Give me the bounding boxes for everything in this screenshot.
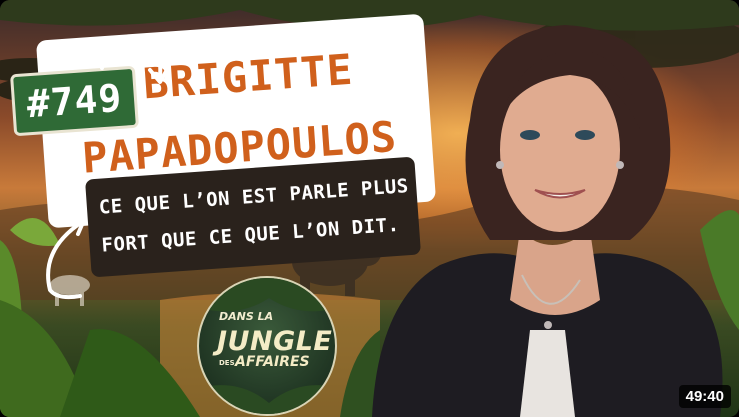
episode-number-badge: #749 (9, 65, 140, 137)
video-thumbnail[interactable]: BRIGITTE PAPADOPOULOS #749 CE QUE L’ON E… (0, 0, 739, 417)
logo-text-dans: DANS LA (219, 310, 274, 323)
guest-first-name: BRIGITTE (141, 44, 355, 109)
podcast-logo: DANS LA JUNGLE DES AFFAIRES (197, 276, 337, 416)
logo-text-affaires: AFFAIRES (235, 354, 310, 370)
quote-line-1: CE QUE L’ON EST PARLE PLUS (98, 175, 410, 219)
logo-text-des: DES (219, 359, 235, 367)
logo-text-jungle: JUNGLE (217, 326, 333, 357)
quote-line-2: FORT QUE CE QUE L’ON DIT. (100, 213, 401, 257)
video-duration: 49:40 (678, 385, 731, 408)
